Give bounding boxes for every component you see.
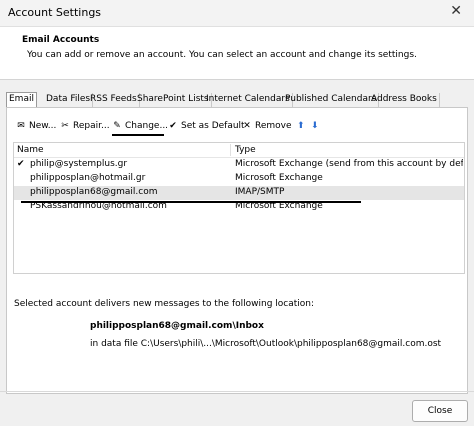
section-heading: Email Accounts [22, 35, 100, 45]
accounts-list[interactable]: Name Type ✔ philip@systemplus.gr Microso… [13, 142, 465, 274]
account-name: philip@systemplus.gr [30, 159, 128, 169]
tab-email[interactable]: Email [6, 92, 37, 107]
header-band: Email Accounts You can add or remove an … [0, 27, 474, 80]
column-separator [230, 144, 231, 156]
account-name: philipposplan68@gmail.com [30, 187, 158, 197]
window-title: Account Settings [8, 6, 102, 19]
list-header: Name Type [14, 143, 464, 158]
account-type: IMAP/SMTP [235, 187, 285, 197]
set-default-button[interactable]: ✔ Set as Default [167, 118, 245, 134]
account-type: Microsoft Exchange [235, 173, 323, 183]
column-type-header[interactable]: Type [235, 145, 256, 155]
change-underline-mark [112, 134, 164, 136]
tab-address-books[interactable]: Address Books [369, 93, 440, 107]
tab-data-files[interactable]: Data Files [44, 93, 94, 107]
change-label: Change... [125, 121, 169, 131]
close-button[interactable]: Close [412, 400, 468, 422]
repair-button[interactable]: ✂ Repair... [59, 118, 110, 134]
tab-published-calendars[interactable]: Published Calendars [283, 93, 380, 107]
title-bar: Account Settings ✕ [0, 0, 474, 27]
email-panel: ✉ New... ✂ Repair... ✎ Change... ✔ Set as De… [6, 107, 468, 394]
selected-row-underline-mark [21, 201, 361, 203]
delivery-data-file: in data file C:\Users\phili\...\Microsof… [90, 339, 442, 349]
wrench-icon: ✂ [61, 121, 69, 131]
footer-divider [0, 391, 474, 392]
new-account-icon: ✉ [17, 121, 25, 131]
move-down-icon[interactable]: ⬇ [311, 118, 319, 134]
default-account-check-icon: ✔ [17, 159, 25, 169]
change-icon: ✎ [113, 121, 121, 131]
account-name: philipposplan@hotmail.gr [30, 173, 146, 183]
move-up-icon[interactable]: ⬆ [297, 118, 305, 134]
column-name-header[interactable]: Name [17, 145, 44, 155]
checkmark-icon: ✔ [169, 121, 177, 131]
repair-label: Repair... [73, 121, 110, 131]
section-description: You can add or remove an account. You ca… [27, 50, 417, 60]
account-type: Microsoft Exchange (send from this accou… [235, 159, 463, 169]
change-button[interactable]: ✎ Change... [111, 118, 168, 134]
account-row-selected[interactable]: philipposplan68@gmail.com IMAP/SMTP [14, 186, 464, 200]
tab-internet-calendars[interactable]: Internet Calendars [204, 93, 293, 107]
delivery-label: Selected account delivers new messages t… [14, 299, 315, 309]
account-row[interactable]: ✔ philip@systemplus.gr Microsoft Exchang… [14, 158, 464, 172]
remove-label: Remove [255, 121, 292, 131]
new-label: New... [29, 121, 57, 131]
account-row[interactable]: philipposplan@hotmail.gr Microsoft Excha… [14, 172, 464, 186]
new-button[interactable]: ✉ New... [15, 118, 56, 134]
set-default-label: Set as Default [181, 121, 245, 131]
tab-rss-feeds[interactable]: RSS Feeds [88, 93, 140, 107]
window-close-icon[interactable]: ✕ [450, 3, 462, 19]
remove-x-icon: ✕ [243, 121, 251, 131]
delivery-folder: philipposplan68@gmail.com\Inbox [90, 321, 264, 331]
remove-button[interactable]: ✕ Remove [241, 118, 292, 134]
tab-sharepoint-lists[interactable]: SharePoint Lists [135, 93, 212, 107]
